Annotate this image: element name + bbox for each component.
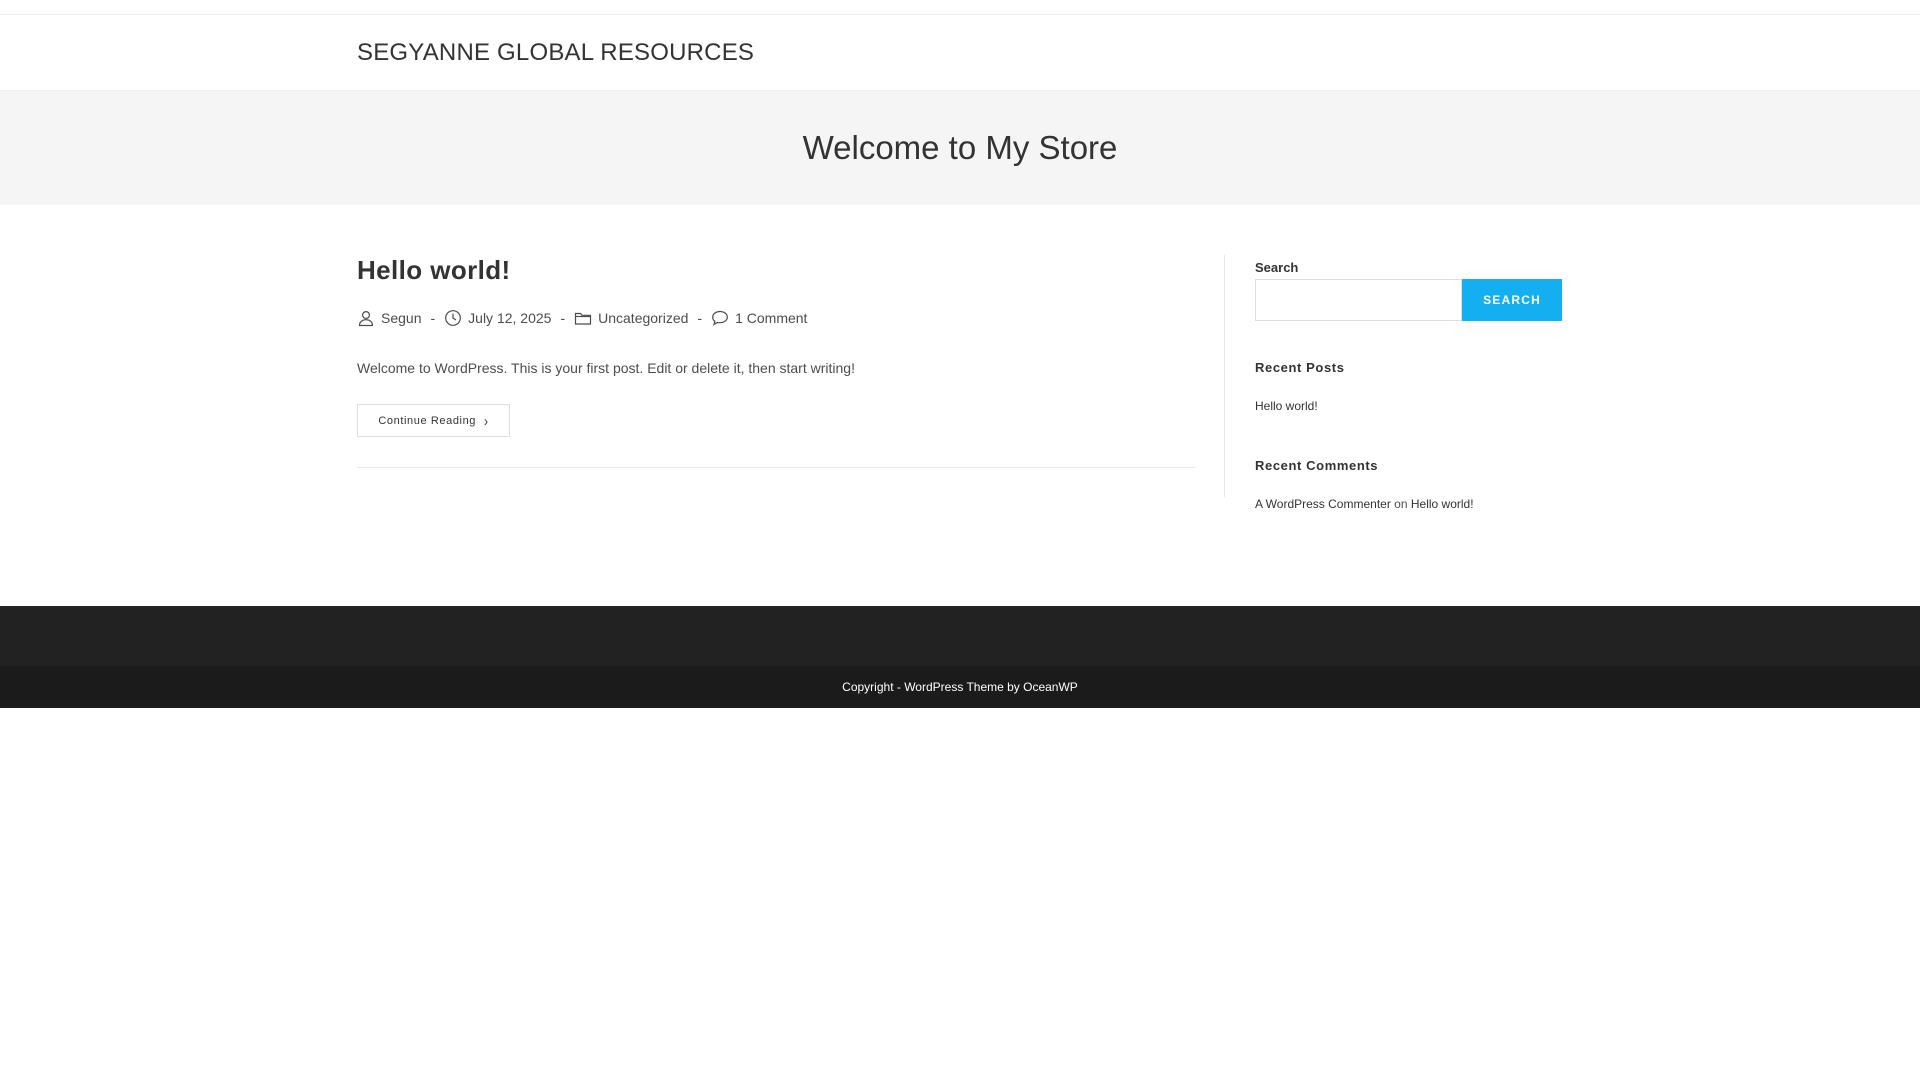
recent-comment-item: A WordPress Commenter on Hello world! bbox=[1255, 497, 1474, 511]
page-title: Welcome to My Store bbox=[802, 129, 1118, 166]
search-widget-label: Search bbox=[1255, 260, 1299, 275]
continue-reading-label: Continue Reading bbox=[378, 414, 477, 427]
post-divider bbox=[357, 467, 1196, 468]
post-category-link[interactable]: Uncategorized bbox=[598, 310, 688, 326]
continue-reading-button[interactable]: Continue Reading › bbox=[357, 404, 510, 437]
post-meta: Segun - July 12, 2025 - Uncategorized - … bbox=[357, 309, 807, 327]
sidebar-divider bbox=[1224, 255, 1225, 497]
site-title-link[interactable]: SEGYANNE GLOBAL RESOURCES bbox=[357, 39, 754, 67]
recent-post-link[interactable]: Hello world! bbox=[1255, 399, 1318, 413]
search-input[interactable] bbox=[1255, 279, 1462, 321]
chevron-right-icon: › bbox=[484, 412, 489, 429]
comment-icon bbox=[711, 309, 729, 327]
search-button[interactable]: SEARCH bbox=[1462, 279, 1562, 321]
page-header: Welcome to My Store bbox=[0, 91, 1920, 205]
comment-post-link[interactable]: Hello world! bbox=[1411, 497, 1474, 511]
comment-author-link[interactable]: A WordPress Commenter bbox=[1255, 497, 1391, 511]
meta-separator: - bbox=[697, 310, 703, 326]
recent-posts-title: Recent Posts bbox=[1255, 360, 1345, 375]
meta-separator: - bbox=[430, 310, 436, 326]
post-author: Segun bbox=[357, 309, 421, 327]
post-comments-link[interactable]: 1 Comment bbox=[735, 310, 807, 326]
post-comments: 1 Comment bbox=[711, 309, 807, 327]
footer-copyright: Copyright - WordPress Theme by OceanWP bbox=[0, 666, 1920, 708]
comment-connector: on bbox=[1394, 497, 1408, 511]
post-title-link[interactable]: Hello world! bbox=[357, 255, 511, 286]
recent-comments-title: Recent Comments bbox=[1255, 458, 1379, 473]
post-category: Uncategorized bbox=[574, 309, 688, 327]
post-author-link[interactable]: Segun bbox=[381, 310, 421, 326]
top-bar bbox=[0, 0, 1920, 15]
clock-icon bbox=[444, 309, 462, 327]
user-icon bbox=[357, 309, 375, 327]
site-header: SEGYANNE GLOBAL RESOURCES bbox=[0, 15, 1920, 91]
post-excerpt: Welcome to WordPress. This is your first… bbox=[357, 360, 855, 376]
footer-widgets bbox=[0, 606, 1920, 666]
post-date-text: July 12, 2025 bbox=[468, 310, 552, 326]
content-area: Hello world! Segun - July 12, 2025 - Unc… bbox=[0, 205, 1920, 605]
folder-icon bbox=[574, 309, 592, 327]
meta-separator: - bbox=[560, 310, 566, 326]
post-date: July 12, 2025 bbox=[444, 309, 551, 327]
